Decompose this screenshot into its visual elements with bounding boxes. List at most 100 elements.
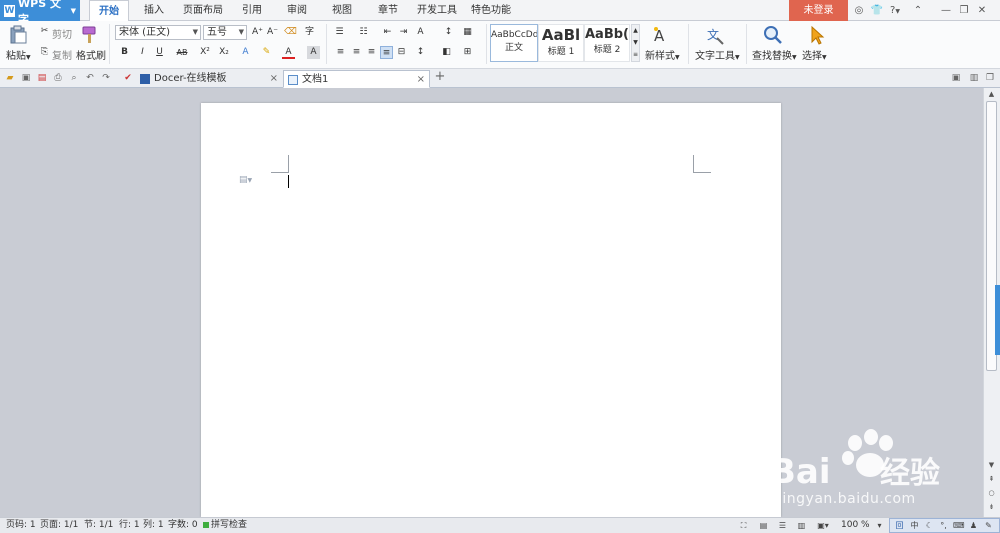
tab-chapter[interactable]: 章节 xyxy=(372,0,404,21)
cut-icon[interactable]: ✂ xyxy=(38,25,51,38)
tab-page-layout[interactable]: 页面布局 xyxy=(178,0,228,21)
restore-window-icon[interactable]: ❐ xyxy=(984,72,996,84)
style-normal[interactable]: AaBbCcDd 正文 xyxy=(490,24,538,62)
print-icon[interactable]: ⎙ xyxy=(52,72,64,84)
spell-check-button[interactable]: 拼写检查 xyxy=(211,518,247,533)
undo-icon[interactable]: ↶ xyxy=(84,72,96,84)
ime-logo-icon[interactable]: 回 xyxy=(894,520,905,531)
subscript-button[interactable]: X₂ xyxy=(217,46,231,59)
format-painter-button[interactable]: 格式刷 xyxy=(76,47,106,62)
font-name-dropdown[interactable]: 宋体 (正文) ▼ xyxy=(115,25,201,40)
borders-icon[interactable]: ⊞ xyxy=(461,46,474,59)
ime-keyboard-icon[interactable]: ⌨ xyxy=(953,520,965,531)
collapse-ribbon-icon[interactable]: ⌃ xyxy=(911,4,925,17)
style-heading-1[interactable]: AaBl 标题 1 xyxy=(538,24,584,62)
check-icon[interactable]: ✔ xyxy=(122,72,134,84)
tab-view[interactable]: 视图 xyxy=(326,0,358,21)
ime-punct-icon[interactable]: °, xyxy=(938,520,949,531)
fit-page-icon[interactable]: ⛶ xyxy=(738,520,749,531)
web-view-icon[interactable]: ▣▾ xyxy=(814,520,832,531)
superscript-button[interactable]: X² xyxy=(198,46,212,59)
text-tools-icon[interactable]: 文 xyxy=(705,25,727,45)
underline-button[interactable]: U xyxy=(153,46,166,59)
ime-user-icon[interactable]: ♟ xyxy=(968,520,979,531)
select-cursor-icon[interactable] xyxy=(807,25,829,45)
numbered-list-icon[interactable]: ☷ xyxy=(357,26,370,39)
prev-page-icon[interactable]: ⇞ xyxy=(986,474,997,484)
side-panel-handle[interactable] xyxy=(995,285,1000,355)
paste-icon[interactable] xyxy=(8,25,30,45)
shrink-font-icon[interactable]: A⁻ xyxy=(266,26,279,39)
login-button[interactable]: 未登录 xyxy=(789,0,848,21)
clear-format-icon[interactable]: ⌫ xyxy=(284,26,297,39)
find-replace-icon[interactable] xyxy=(763,25,785,45)
align-left-icon[interactable]: ≡ xyxy=(334,46,347,59)
scroll-up-icon[interactable]: ▲ xyxy=(986,89,997,99)
tab-special-features[interactable]: 特色功能 xyxy=(467,0,515,21)
scroll-down-icon[interactable]: ▼ xyxy=(986,460,997,470)
highlight-icon[interactable]: ✎ xyxy=(260,46,273,59)
font-color-icon[interactable]: A xyxy=(282,46,295,59)
decrease-indent-icon[interactable]: ⇤ xyxy=(381,26,394,39)
justify-icon[interactable]: ≡ xyxy=(380,46,393,59)
copy-icon[interactable]: ⎘ xyxy=(38,46,51,59)
close-tab-icon[interactable]: × xyxy=(270,70,278,88)
tab-docer-templates[interactable]: Docer-在线模板 × xyxy=(136,70,282,88)
strikethrough-button[interactable]: AB xyxy=(174,46,190,59)
ime-toolbar[interactable]: 回 中 ☾ °, ⌨ ♟ ✎ xyxy=(889,518,1000,533)
tab-document1[interactable]: 文档1 × xyxy=(283,70,430,88)
ime-lang[interactable]: 中 xyxy=(909,520,920,531)
table-icon[interactable]: ▦ xyxy=(461,26,474,39)
bold-button[interactable]: B xyxy=(118,46,131,59)
grow-font-icon[interactable]: A⁺ xyxy=(251,26,264,39)
copy-button[interactable]: 复制 xyxy=(52,47,72,62)
tab-developer[interactable]: 开发工具 xyxy=(413,0,461,21)
document-page[interactable]: ▤▼ xyxy=(201,103,781,517)
find-replace-button[interactable]: 查找替换▼ xyxy=(752,47,797,62)
paste-button[interactable]: 粘贴▼ xyxy=(6,47,31,62)
align-center-icon[interactable]: ≡ xyxy=(350,46,363,59)
select-button[interactable]: 选择▼ xyxy=(802,47,827,62)
text-effect-icon[interactable]: A xyxy=(239,46,252,59)
select-browse-icon[interactable]: ○ xyxy=(986,488,997,498)
ime-moon-icon[interactable]: ☾ xyxy=(924,520,935,531)
tab-insert[interactable]: 插入 xyxy=(136,0,172,21)
format-painter-icon[interactable] xyxy=(80,25,102,45)
cut-button[interactable]: 剪切 xyxy=(52,26,72,41)
style-heading-2[interactable]: AaBb( 标题 2 xyxy=(584,24,630,62)
outline-view-icon[interactable]: ☰ xyxy=(777,520,788,531)
shading-icon[interactable]: ◧ xyxy=(440,46,453,59)
styles-scroll[interactable]: ▲ ▼ ≡ xyxy=(631,24,640,62)
minimize-icon[interactable]: — xyxy=(939,4,953,17)
line-spacing-icon[interactable]: ↕ xyxy=(414,46,427,59)
page-view-icon[interactable]: ▤ xyxy=(758,520,769,531)
paragraph-layout-icon[interactable]: ▤▼ xyxy=(239,175,252,185)
new-tab-icon[interactable]: + xyxy=(433,70,447,83)
tab-references[interactable]: 引用 xyxy=(236,0,268,21)
new-style-button[interactable]: 新样式▼ xyxy=(645,47,680,62)
app-menu-button[interactable]: W WPS 文字 ▼ xyxy=(0,0,80,26)
save-icon[interactable]: ▣ xyxy=(20,72,32,84)
panel-icon[interactable]: ▣ xyxy=(950,72,962,84)
shirt-icon[interactable]: 👕 xyxy=(870,4,884,17)
open-folder-icon[interactable]: ▰ xyxy=(4,72,16,84)
reading-view-icon[interactable]: ▥ xyxy=(796,520,807,531)
tab-review[interactable]: 审阅 xyxy=(281,0,313,21)
restore-icon[interactable]: ❐ xyxy=(957,4,971,17)
export-pdf-icon[interactable]: ▤ xyxy=(36,72,48,84)
sidebar-toggle-icon[interactable]: ▥ xyxy=(968,72,980,84)
skin-icon[interactable]: ◎ xyxy=(852,4,866,17)
zoom-level[interactable]: 100 % xyxy=(841,518,870,533)
new-style-icon[interactable]: A xyxy=(651,25,673,45)
char-shading-icon[interactable]: A xyxy=(307,46,320,59)
tab-home[interactable]: 开始 xyxy=(89,0,129,22)
phonetic-icon[interactable]: 字 xyxy=(303,26,316,39)
align-right-icon[interactable]: ≡ xyxy=(365,46,378,59)
zoom-dropdown-icon[interactable]: ▾ xyxy=(874,520,885,531)
help-icon[interactable]: ?▼ xyxy=(886,4,904,17)
text-direction-icon[interactable]: A xyxy=(414,26,427,39)
italic-button[interactable]: I xyxy=(136,46,149,59)
redo-icon[interactable]: ↷ xyxy=(100,72,112,84)
distribute-icon[interactable]: ⊟ xyxy=(395,46,408,59)
sort-icon[interactable]: ↕ xyxy=(442,26,455,39)
